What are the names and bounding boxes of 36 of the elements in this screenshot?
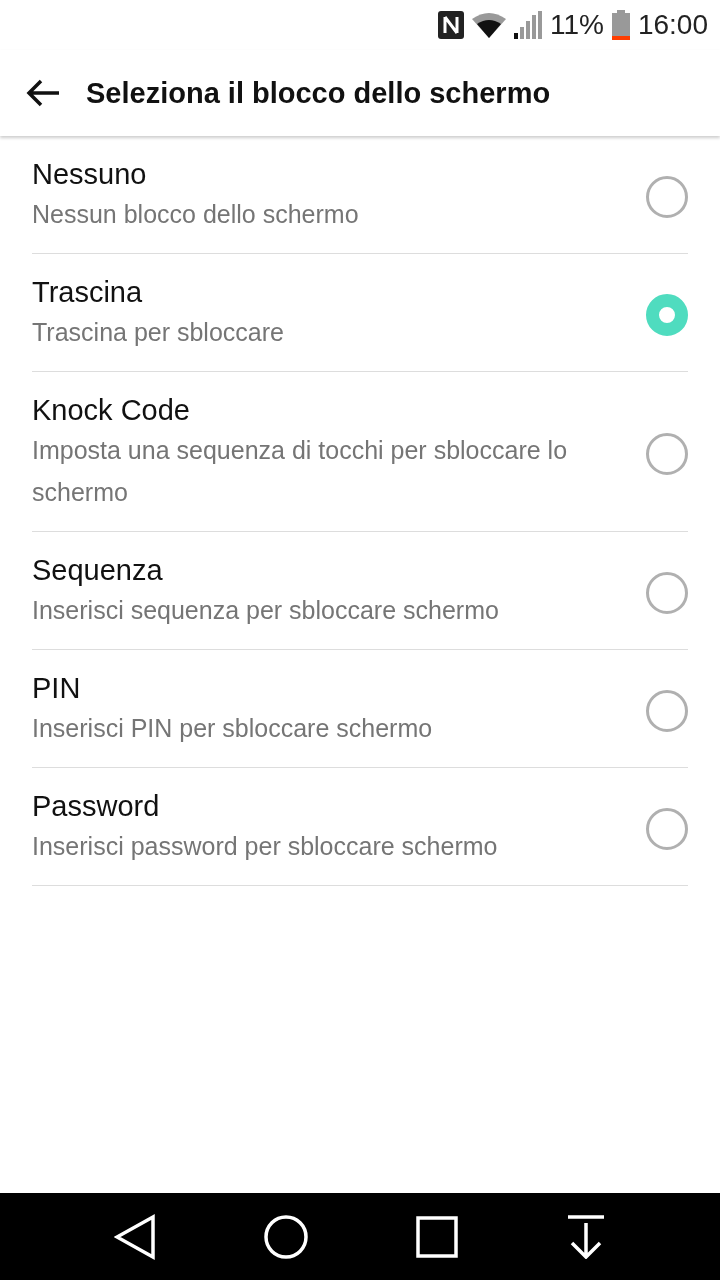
radio-button[interactable] [646,175,688,218]
lock-option[interactable]: Password Inserisci password per sbloccare schermo [32,768,688,886]
recents-icon[interactable] [416,1215,458,1258]
back-arrow-icon[interactable] [26,79,60,107]
radio-button[interactable] [646,571,688,614]
radio-button[interactable] [646,293,688,336]
battery-icon [611,10,630,40]
radio-button[interactable] [646,807,688,850]
option-description: Nessun blocco dello schermo [32,199,360,230]
lock-option[interactable]: Nessuno Nessun blocco dello schermo [32,136,688,254]
lock-option[interactable]: PIN Inserisci PIN per sbloccare schermo [32,650,688,768]
option-description: Imposta una sequenza di tocchi per sbloccare lo schermo [32,435,569,508]
option-description: Inserisci PIN per sbloccare schermo [32,713,434,744]
option-title: PIN [32,672,82,705]
option-title: Nessuno [32,158,148,191]
back-icon[interactable] [114,1213,156,1260]
home-icon[interactable] [264,1214,308,1259]
option-title: Password [32,790,161,823]
radio-button[interactable] [646,689,688,732]
option-description: Inserisci password per sbloccare schermo [32,831,499,862]
option-description: Trascina per sbloccare [32,317,285,348]
radio-button[interactable] [646,432,688,475]
wifi-icon [471,12,506,38]
option-title: Trascina [32,276,144,309]
lock-option[interactable]: Sequenza Inserisci sequenza per sbloccare schermo [32,532,688,650]
nfc-icon [437,11,464,39]
signal-icon [513,11,542,39]
option-title: Sequenza [32,554,164,587]
battery-percent: 11% [549,9,604,41]
clock: 16:00 [637,9,708,41]
notification-pull-down-icon[interactable] [566,1214,606,1259]
lock-option[interactable]: Trascina Trascina per sbloccare [32,254,688,372]
lock-option[interactable]: Knock Code Imposta una sequenza di tocchi per sbloccare lo schermo [32,372,688,532]
screen-title: Seleziona il blocco dello schermo [86,76,551,110]
option-description: Inserisci sequenza per sbloccare schermo [32,595,500,626]
option-title: Knock Code [32,394,191,427]
